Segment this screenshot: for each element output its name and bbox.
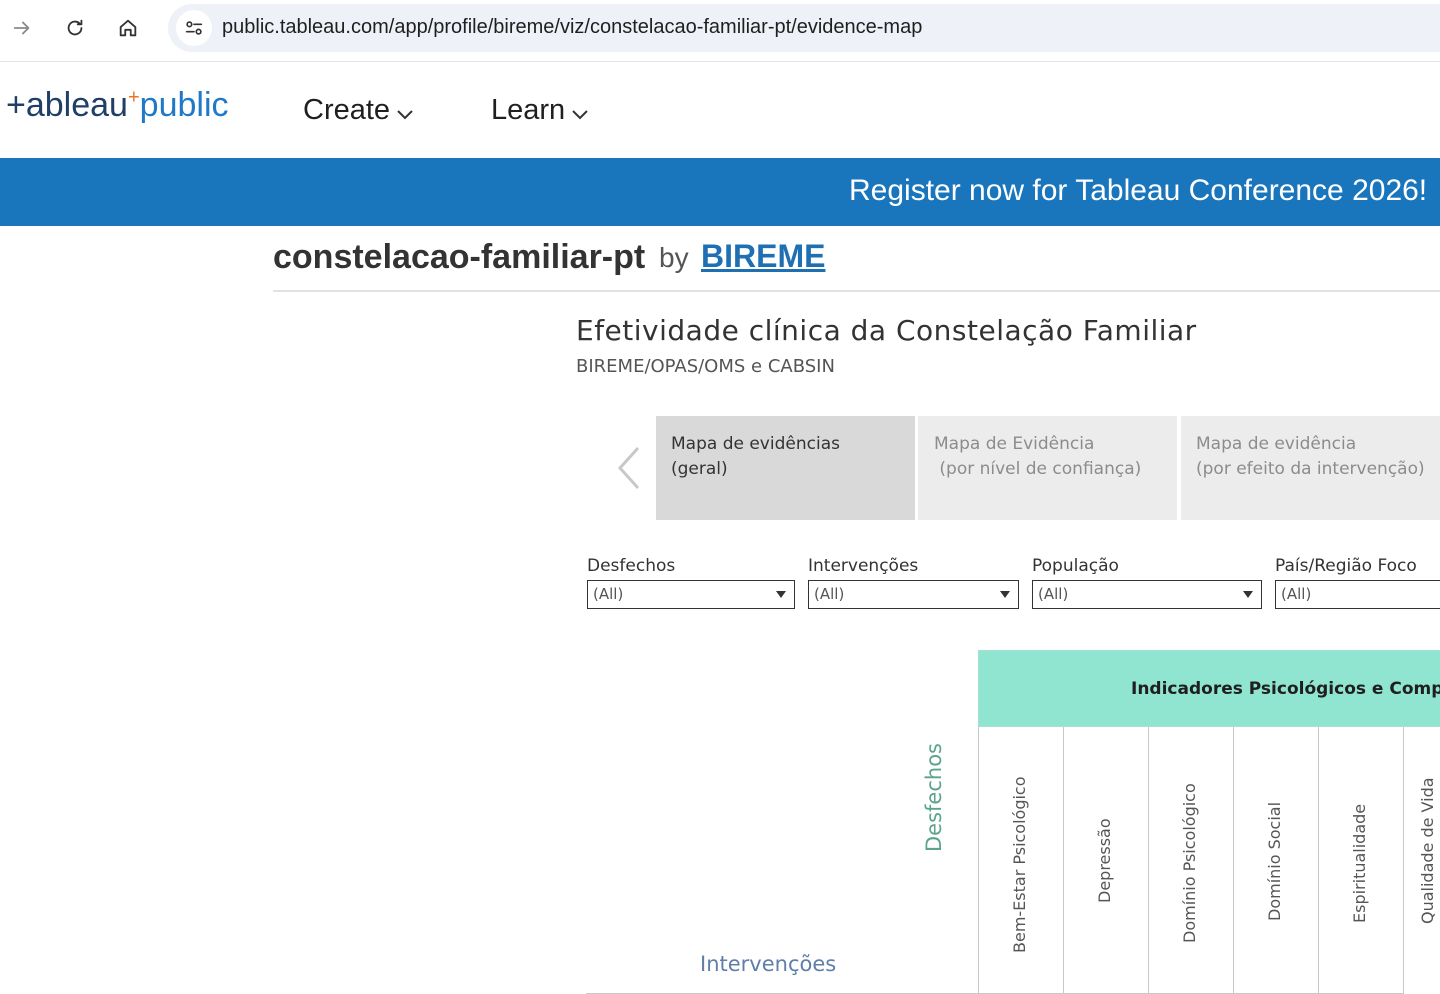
tabs-prev-button[interactable] [612,440,646,496]
viz-title-row: constelacao-familiar-pt by BIREME [273,238,1440,292]
tab-mapa-geral[interactable]: Mapa de evidências (geral) [656,416,915,520]
tableau-public-logo[interactable]: +ableau+public [6,86,229,125]
outcome-column-label: Bem-Estar Psicológico [1010,776,1029,953]
outcome-column-label: Qualidade de Vida [1418,777,1437,924]
conference-banner[interactable]: Register now for Tableau Conference 2026… [0,158,1440,226]
outcome-column-label: Depressão [1095,818,1114,903]
filter-label: Desfechos [587,556,676,576]
reload-button[interactable] [57,10,93,46]
arrow-right-icon [13,21,30,35]
logo-plus: + [127,86,140,109]
dashboard-subtitle: BIREME/OPAS/OMS e CABSIN [576,356,835,377]
outcome-column[interactable]: Domínio Psicológico [1148,727,1233,994]
menu-create-label: Create [303,94,391,126]
axis-label-intervencoes: Intervenções [700,952,837,976]
caret-down-icon [1000,591,1010,598]
tab-mapa-efeito[interactable]: Mapa de evidência (por efeito da interve… [1181,416,1440,520]
filter-pais-regiao: País/Região Foco (All) [1275,556,1440,609]
axis-label-desfechos: Desfechos [922,743,946,852]
outcome-column-label: Domínio Psicológico [1180,783,1199,943]
filter-populacao-dropdown[interactable]: (All) [1032,580,1262,609]
tab-label-line1: Mapa de evidências [671,434,840,454]
author-link[interactable]: BIREME [701,238,825,275]
tab-label-line1: Mapa de evidência [1196,434,1357,454]
logo-part-tableau: +ableau [6,86,128,124]
outcome-column[interactable]: Bem-Estar Psicológico [978,727,1063,994]
viz-by-label: by [659,242,689,273]
reload-icon [67,19,83,36]
logo-part-public: public [139,86,229,124]
tab-mapa-confianca[interactable]: Mapa de Evidência (por nível de confianç… [918,416,1177,520]
viz-name: constelacao-familiar-pt [273,238,646,276]
filter-label: País/Região Foco [1275,556,1417,576]
filter-label: População [1032,556,1119,576]
outcome-column-label: Espiritualidade [1350,803,1369,923]
filter-intervencoes-dropdown[interactable]: (All) [808,580,1019,609]
caret-down-icon [1243,591,1253,598]
filter-value: (All) [814,585,845,603]
menu-create[interactable]: Create [303,94,414,127]
filter-pais-regiao-dropdown[interactable]: (All) [1275,580,1440,609]
filter-desfechos-dropdown[interactable]: (All) [587,580,795,609]
outcome-group-label: Indicadores Psicológicos e Comportamenta… [1131,679,1440,699]
outcome-column[interactable]: Qualidade de Vida [1403,727,1440,994]
filter-value: (All) [1281,585,1312,603]
tab-label-line2: (por nível de confiança) [934,459,1142,479]
url-text[interactable]: public.tableau.com/app/profile/bireme/vi… [222,16,922,39]
home-icon [119,19,137,37]
outcome-column[interactable]: Domínio Social [1233,727,1318,994]
dashboard-title: Efetividade clínica da Constelação Famil… [576,314,1197,347]
browser-toolbar: public.tableau.com/app/profile/bireme/vi… [0,0,1440,62]
filter-label: Intervenções [808,556,919,576]
evidence-matrix: Indicadores Psicológicos e Comportamenta… [978,650,1440,994]
filter-intervencoes: Intervenções (All) [808,556,1019,609]
filter-value: (All) [593,585,624,603]
chevron-down-icon [572,109,588,119]
banner-text[interactable]: Register now for Tableau Conference 2026… [849,174,1440,208]
filter-value: (All) [1038,585,1069,603]
menu-learn[interactable]: Learn [491,94,589,127]
tab-label-line1: Mapa de Evidência [934,434,1095,454]
filter-populacao: População (All) [1032,556,1262,609]
forward-button[interactable] [4,10,40,46]
outcome-group-header[interactable]: Indicadores Psicológicos e Comportamenta… [978,650,1440,727]
filter-desfechos: Desfechos (All) [587,556,795,609]
menu-learn-label: Learn [491,94,566,126]
outcome-column[interactable]: Espiritualidade [1318,727,1403,994]
home-button[interactable] [110,10,146,46]
tab-label-line2: (por efeito da intervenção) [1196,459,1425,479]
outcome-column-label: Domínio Social [1265,801,1284,921]
outcome-column[interactable]: Depressão [1063,727,1148,994]
site-header: +ableau+public Create Learn [0,62,1440,158]
chevron-down-icon [397,109,413,119]
tab-label-line2: (geral) [671,459,728,479]
chevron-left-icon [617,446,640,490]
address-bar[interactable]: public.tableau.com/app/profile/bireme/vi… [168,4,1440,52]
site-info-button[interactable] [176,10,212,46]
caret-down-icon [776,591,786,598]
tune-icon [185,21,203,35]
